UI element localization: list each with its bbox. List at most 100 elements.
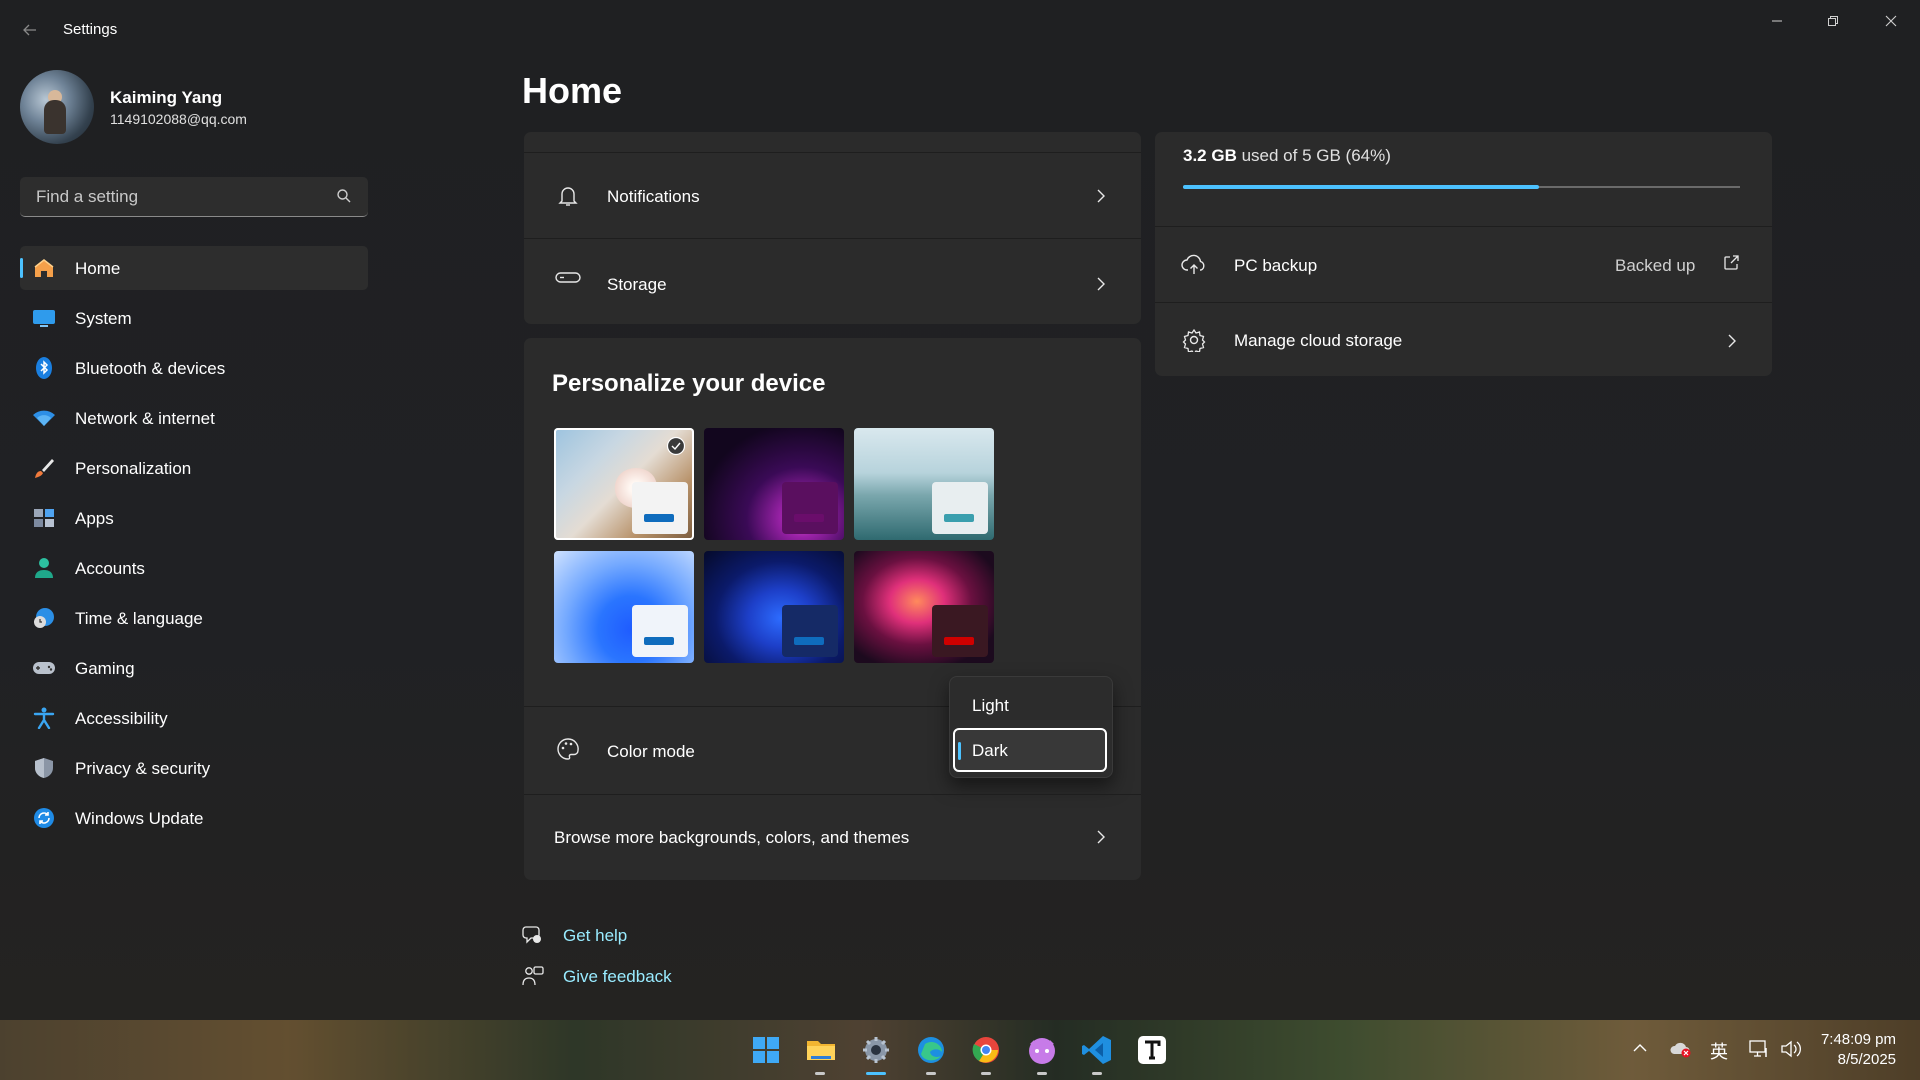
search-input[interactable] [34, 177, 338, 217]
page-title: Home [522, 70, 623, 111]
avatar-figure-shape [44, 100, 66, 134]
browse-themes-row[interactable]: Browse more backgrounds, colors, and the… [524, 796, 1141, 880]
controller-icon [33, 662, 55, 674]
sidebar-item-privacy[interactable]: Privacy & security [20, 746, 368, 790]
theme-thumbnail-lake[interactable] [854, 428, 994, 540]
close-icon [1885, 15, 1897, 27]
active-app-indicator [866, 1072, 886, 1075]
wifi-icon [33, 410, 55, 426]
monitor-icon [33, 310, 55, 327]
divider [524, 152, 1141, 153]
sidebar-item-gaming[interactable]: Gaming [20, 646, 368, 690]
taskbar-clock[interactable]: 7:48:09 pm 8/5/2025 [1821, 1030, 1896, 1070]
manage-cloud-storage-row[interactable]: Manage cloud storage [1155, 304, 1772, 376]
browse-themes-label: Browse more backgrounds, colors, and the… [554, 828, 910, 847]
cat-app-icon[interactable] [1026, 1034, 1058, 1066]
get-help-link[interactable]: Get help [563, 926, 627, 946]
sidebar-item-network[interactable]: Network & internet [20, 396, 368, 440]
divider [1155, 226, 1772, 227]
theme-accent-bar [644, 637, 674, 645]
brush-icon [35, 459, 54, 478]
minimize-button[interactable] [1752, 6, 1802, 36]
theme-preview-window [632, 605, 688, 657]
sidebar-item-home[interactable]: Home [20, 246, 368, 290]
settings-icon[interactable] [860, 1034, 892, 1066]
pc-backup-label: PC backup [1234, 256, 1318, 275]
update-icon [34, 808, 54, 828]
storage-drive-icon [555, 272, 581, 283]
personalize-title: Personalize your device [552, 370, 826, 397]
color-mode-label: Color mode [607, 742, 695, 761]
ime-indicator[interactable]: 英 [1710, 1038, 1728, 1064]
clock-time: 7:48:09 pm [1820, 1031, 1896, 1048]
color-mode-option-dark[interactable]: Dark [953, 728, 1107, 772]
sidebar-item-system[interactable]: System [20, 296, 368, 340]
running-indicator [815, 1072, 825, 1075]
chevron-up-icon[interactable] [1632, 1040, 1648, 1056]
sidebar-item-label: Windows Update [75, 809, 204, 828]
sidebar-item-label: Time & language [75, 609, 203, 628]
theme-thumbnail-purple-glow[interactable] [704, 428, 844, 540]
back-button[interactable] [18, 18, 42, 42]
typora-icon[interactable] [1136, 1034, 1168, 1066]
search-icon[interactable] [336, 188, 352, 204]
chevron-right-icon [1097, 830, 1105, 844]
give-feedback-link[interactable]: Give feedback [563, 967, 672, 987]
color-mode-dropdown[interactable]: Light Dark [949, 676, 1113, 778]
chrome-icon[interactable] [970, 1034, 1002, 1066]
theme-accent-bar [794, 514, 824, 522]
onedrive-error-icon[interactable] [1670, 1040, 1692, 1058]
manage-cloud-storage-label: Manage cloud storage [1234, 331, 1403, 350]
running-indicator [1092, 1072, 1102, 1075]
help-chat-icon [522, 926, 541, 944]
sidebar-item-label: Apps [75, 509, 114, 528]
sidebar-item-accounts[interactable]: Accounts [20, 546, 368, 590]
storage-row[interactable]: Storage [524, 240, 1141, 324]
sidebar-item-label: Home [75, 259, 121, 278]
globe-clock-icon [34, 608, 54, 628]
user-name[interactable]: Kaiming Yang [110, 88, 222, 108]
avatar[interactable] [20, 70, 94, 144]
search-box[interactable] [20, 177, 368, 217]
theme-preview-window [632, 482, 688, 534]
back-arrow-icon [23, 24, 36, 36]
sidebar-item-windows-update[interactable]: Windows Update [20, 796, 368, 840]
sidebar-item-apps[interactable]: Apps [20, 496, 368, 540]
bluetooth-icon [36, 357, 52, 379]
restore-button[interactable] [1808, 6, 1858, 36]
sidebar-item-label: Accessibility [75, 709, 168, 728]
sidebar-item-time-language[interactable]: Time & language [20, 596, 368, 640]
external-link-icon [1724, 255, 1739, 270]
theme-accent-bar [644, 514, 674, 522]
file-explorer-icon[interactable] [805, 1034, 837, 1066]
notifications-row[interactable]: Notifications [524, 154, 1141, 238]
running-indicator [981, 1072, 991, 1075]
cloud-storage-card: 3.2 GB used of 5 GB (64%) PC backup Back… [1155, 132, 1772, 376]
theme-thumbnail-glow-flower[interactable] [854, 551, 994, 663]
close-button[interactable] [1866, 6, 1916, 36]
theme-thumbnail-bloom-light[interactable] [554, 551, 694, 663]
divider [1155, 302, 1772, 303]
sidebar-item-label: Network & internet [75, 409, 215, 428]
windows-start-icon[interactable] [750, 1034, 782, 1066]
pc-backup-row[interactable]: PC backup Backed up [1155, 228, 1772, 302]
vscode-icon[interactable] [1081, 1034, 1113, 1066]
volume-icon[interactable] [1780, 1040, 1802, 1058]
network-icon[interactable] [1749, 1040, 1769, 1058]
edge-icon[interactable] [915, 1034, 947, 1066]
theme-accent-bar [944, 637, 974, 645]
title-bar: Settings [0, 0, 1920, 60]
sidebar-item-label: System [75, 309, 132, 328]
sidebar-item-accessibility[interactable]: Accessibility [20, 696, 368, 740]
chevron-right-icon [1728, 334, 1736, 348]
storage-label: Storage [607, 275, 667, 294]
sidebar-item-bluetooth[interactable]: Bluetooth & devices [20, 346, 368, 390]
cloud-usage-progress [1183, 185, 1540, 189]
theme-thumbnail-bloom-dark[interactable] [704, 551, 844, 663]
settings-window: Settings Kaiming Yang 1149102088@qq.com [0, 0, 1920, 1020]
cloud-usage-text: 3.2 GB used of 5 GB (64%) [1183, 146, 1391, 166]
theme-thumbnail-flower[interactable] [554, 428, 694, 540]
sidebar-item-personalization[interactable]: Personalization [20, 446, 368, 490]
sidebar-item-label: Gaming [75, 659, 135, 678]
color-mode-option-light[interactable]: Light [972, 696, 1009, 716]
